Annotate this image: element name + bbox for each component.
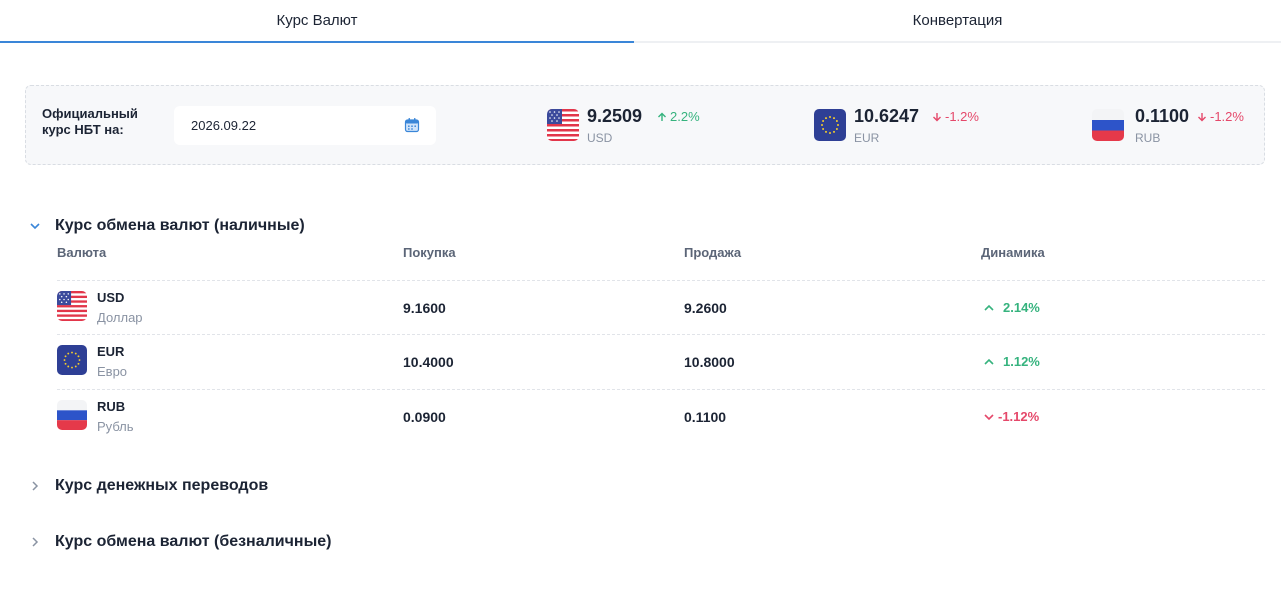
section-noncash-toggle[interactable]: Курс обмена валют (безналичные) <box>28 533 331 551</box>
official-rate-rub: 0.1100 RUB -1.2% <box>1092 106 1262 146</box>
currency-code: USD <box>97 290 125 305</box>
tab-exchange-rates[interactable]: Курс Валют <box>0 0 634 43</box>
arrow-up-icon <box>658 112 666 121</box>
column-header-sell: Продажа <box>684 245 742 260</box>
currency-code: RUB <box>97 399 126 414</box>
dynamic-value: 1.12% <box>983 354 1040 369</box>
chevron-up-icon <box>983 357 995 367</box>
column-header-dynamic: Динамика <box>981 245 1045 260</box>
rate-value: 0.1100 <box>1135 106 1190 126</box>
section-noncash-title: Курс обмена валют (безналичные) <box>55 533 332 550</box>
chevron-down-icon <box>983 412 995 422</box>
date-picker[interactable]: 2026.09.22 <box>174 106 436 145</box>
column-header-buy: Покупка <box>403 245 456 260</box>
section-cash-title: Курс обмена валют (наличные) <box>55 217 305 234</box>
column-header-currency: Валюта <box>57 245 107 260</box>
currency-name: Рубль <box>97 419 134 434</box>
table-row: EUR Евро 10.4000 10.8000 1.12% <box>57 334 1265 390</box>
section-cash-toggle[interactable]: Курс обмена валют (наличные) <box>28 217 305 235</box>
arrow-down-icon <box>933 113 941 122</box>
currency-code: EUR <box>97 344 125 359</box>
rate-value: 10.6247 <box>854 106 920 126</box>
tab-conversion[interactable]: Конвертация <box>634 0 1281 41</box>
rate-change: -1.2% <box>932 109 979 124</box>
chevron-right-icon <box>28 535 42 549</box>
rate-value: 9.2509 <box>587 106 643 126</box>
rate-change: -1.2% <box>1197 109 1244 124</box>
section-transfers-title: Курс денежных переводов <box>55 477 269 494</box>
buy-rate: 9.1600 <box>403 300 446 316</box>
official-rate-panel: Официальный курс НБТ на: 2026.09.22 9.25… <box>25 85 1265 165</box>
official-rate-label: Официальный курс НБТ на: <box>42 106 138 137</box>
buy-rate: 0.0900 <box>403 409 446 425</box>
rate-code: EUR <box>854 131 880 145</box>
rate-code: USD <box>587 131 613 145</box>
us-flag-icon <box>57 291 87 321</box>
tab-bar: Курс Валют Конвертация <box>0 0 1281 43</box>
eu-flag-icon <box>57 345 87 375</box>
table-row: USD Доллар 9.1600 9.2600 2.14% <box>57 280 1265 336</box>
ru-flag-icon <box>1092 109 1124 141</box>
rate-code: RUB <box>1135 131 1161 145</box>
sell-rate: 10.8000 <box>684 354 735 370</box>
buy-rate: 10.4000 <box>403 354 454 370</box>
date-value: 2026.09.22 <box>191 118 257 133</box>
calendar-icon[interactable] <box>404 117 420 133</box>
official-rate-usd: 9.2509 USD 2.2% <box>547 106 747 146</box>
arrow-down-icon <box>1198 113 1206 122</box>
dynamic-value: 2.14% <box>983 300 1040 315</box>
chevron-up-icon <box>983 303 995 313</box>
rate-change: 2.2% <box>657 109 700 124</box>
chevron-right-icon <box>28 479 42 493</box>
ru-flag-icon <box>57 400 87 430</box>
currency-name: Евро <box>97 364 128 379</box>
currency-name: Доллар <box>97 310 143 325</box>
eu-flag-icon <box>814 109 846 141</box>
us-flag-icon <box>547 109 579 141</box>
official-rate-eur: 10.6247 EUR -1.2% <box>814 106 1034 146</box>
dynamic-value: -1.12% <box>983 409 1039 424</box>
sell-rate: 0.1100 <box>684 409 727 425</box>
chevron-down-icon <box>28 219 42 233</box>
sell-rate: 9.2600 <box>684 300 727 316</box>
section-transfers-toggle[interactable]: Курс денежных переводов <box>28 477 268 495</box>
table-row: RUB Рубль 0.0900 0.1100 -1.12% <box>57 389 1265 445</box>
